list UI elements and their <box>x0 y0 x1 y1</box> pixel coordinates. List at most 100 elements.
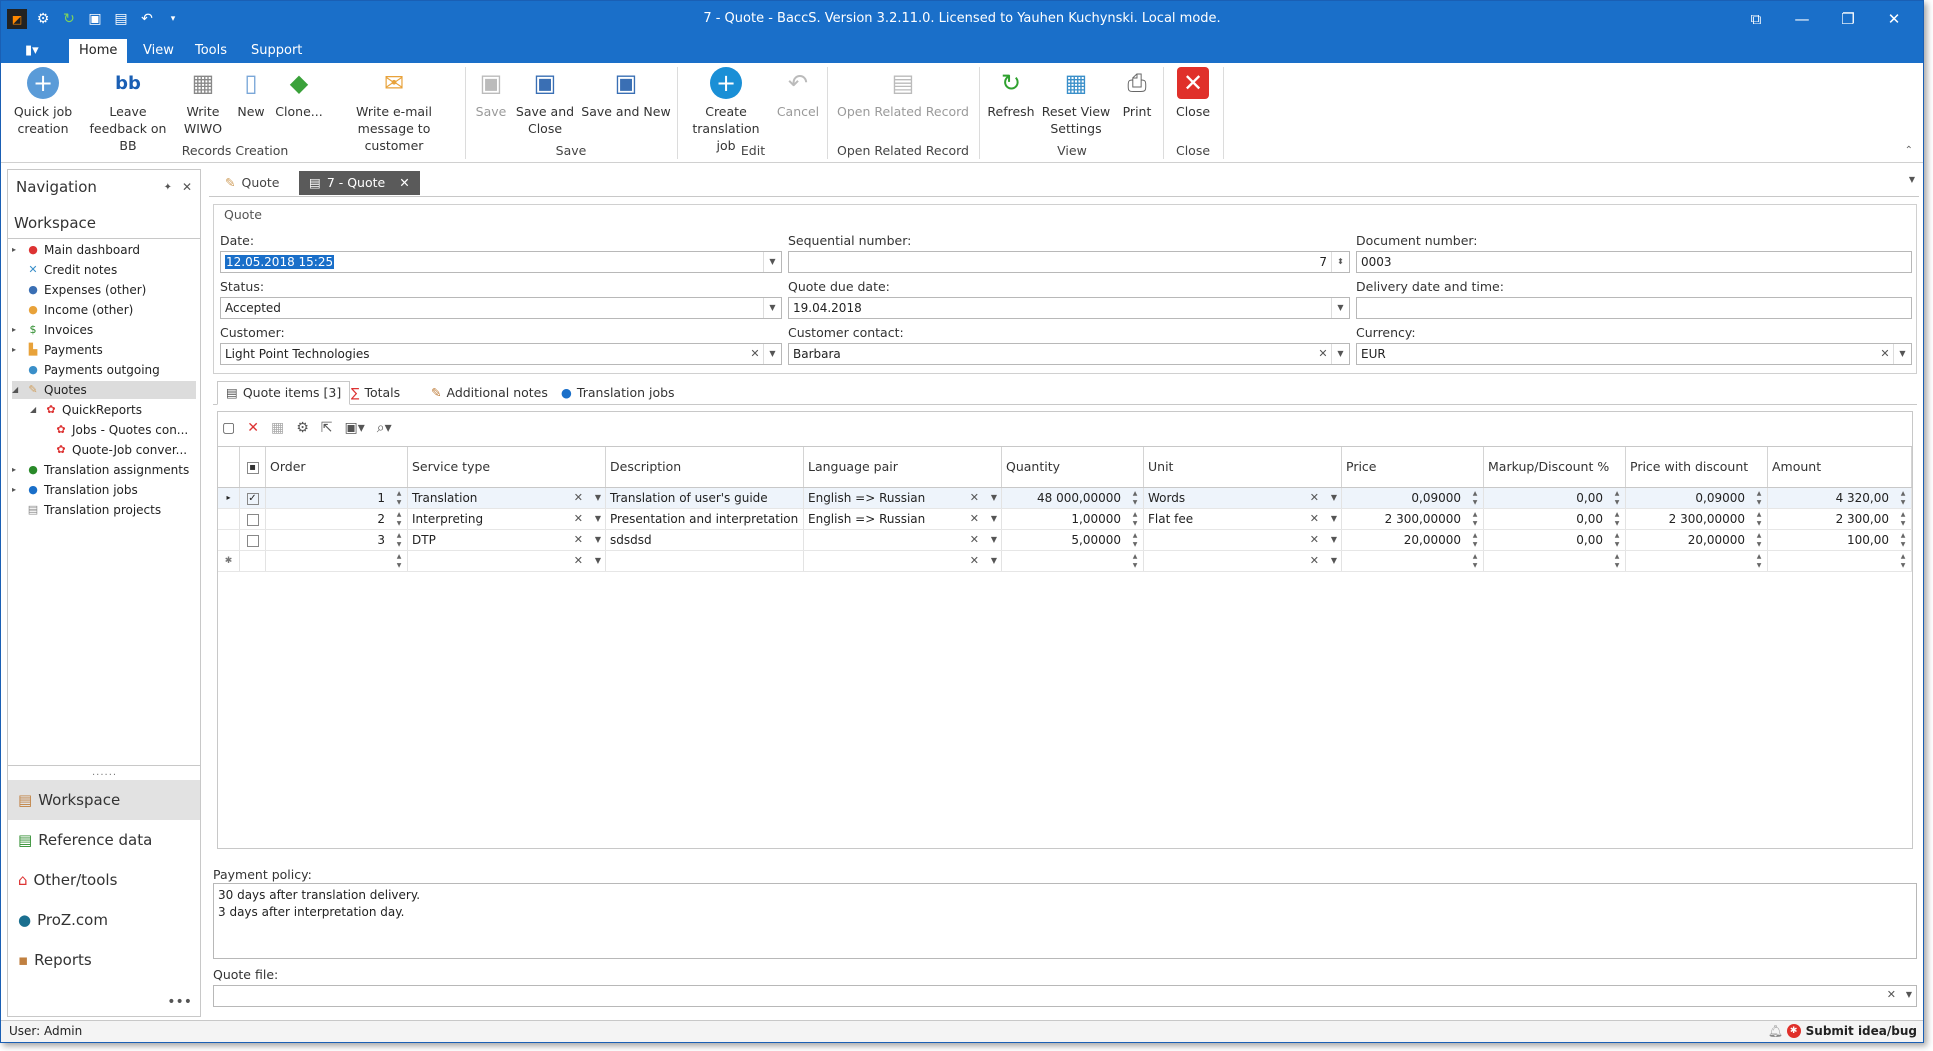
select-all-checkbox[interactable]: ▪ <box>240 447 266 487</box>
close-nav-icon[interactable]: ✕ <box>182 180 192 194</box>
cell-amount[interactable]: 2 300,00 ▲ ▼ <box>1768 509 1912 529</box>
reset-view-settings-button[interactable]: ▦ Reset View Settings <box>1041 67 1111 137</box>
tab-additional-notes[interactable]: ✎ Additional notes <box>423 381 556 405</box>
col-price-with-discount[interactable]: Price with discount <box>1626 447 1768 487</box>
col-markup-discount[interactable]: Markup/Discount % <box>1484 447 1626 487</box>
cell-markup[interactable]: 0,00 ▲ ▼ <box>1484 488 1626 508</box>
write-wiwo-button[interactable]: ▦ Write WIWO <box>181 67 225 137</box>
cell-service-type[interactable]: Translation ✕ ▼ <box>408 488 606 508</box>
cell-description[interactable]: Translation of user's guide <box>606 488 804 508</box>
col-quantity[interactable]: Quantity <box>1002 447 1144 487</box>
print-button[interactable]: ⎙ Print <box>1115 67 1159 120</box>
cell-amount[interactable]: 100,00 ▲ ▼ <box>1768 530 1912 550</box>
cell-description[interactable]: Presentation and interpretation ... <box>606 509 804 529</box>
minimize-button[interactable]: — <box>1779 7 1825 31</box>
sequential-number-field[interactable]: 7 ⬍ <box>788 251 1350 273</box>
link-icon[interactable]: ⚙ <box>296 420 309 436</box>
cell-price[interactable]: 0,09000 ▲ ▼ <box>1342 488 1484 508</box>
currency-field[interactable]: EUR ✕ ▼ <box>1356 343 1912 365</box>
delivery-date-field[interactable] <box>1356 297 1912 319</box>
notifications-icon[interactable]: 🔔︎ <box>1768 1021 1783 1041</box>
refresh-button[interactable]: ↻ Refresh <box>985 67 1037 120</box>
chevron-down-icon[interactable]: ▼ <box>1331 344 1349 364</box>
col-amount[interactable]: Amount <box>1768 447 1912 487</box>
tab-home[interactable]: Home <box>69 39 128 63</box>
delete-row-icon[interactable]: ✕ <box>247 420 259 436</box>
save-and-new-button[interactable]: ▣ Save and New <box>581 67 671 120</box>
chevron-down-icon[interactable]: ▼ <box>1906 990 1912 999</box>
chevron-down-icon[interactable]: ▼ <box>1893 344 1911 364</box>
cell-quantity[interactable]: 5,00000 ▲ ▼ <box>1002 530 1144 550</box>
tree-item-quickreports[interactable]: ◢ ✿ QuickReports <box>30 401 142 419</box>
cell-markup[interactable]: 0,00 ▲ ▼ <box>1484 509 1626 529</box>
tree-item-credit-notes[interactable]: ✕ Credit notes <box>12 261 117 279</box>
submit-idea-button[interactable]: ✱ Submit idea/bug <box>1786 1021 1917 1041</box>
col-description[interactable]: Description <box>606 447 804 487</box>
col-language-pair[interactable]: Language pair <box>804 447 1002 487</box>
tree-item-quotes[interactable]: ◢ ✎ Quotes <box>12 381 196 399</box>
clear-icon[interactable]: ✕ <box>747 344 763 364</box>
cell-language-pair[interactable]: English => Russian ✕ ▼ <box>804 509 1002 529</box>
col-order[interactable]: Order <box>266 447 408 487</box>
quote-due-date-field[interactable]: 19.04.2018 ▼ <box>788 297 1350 319</box>
new-button[interactable]: ▯ New <box>231 67 271 120</box>
clear-icon[interactable]: ✕ <box>1877 344 1893 364</box>
tree-item-payments[interactable]: ▸ ▙ Payments <box>12 341 103 359</box>
more-options-icon[interactable]: ••• <box>167 994 192 1010</box>
search-icon[interactable]: ⌕▾ <box>377 420 392 436</box>
cell-quantity[interactable]: 1,00000 ▲ ▼ <box>1002 509 1144 529</box>
chevron-down-icon[interactable]: ▼ <box>763 298 781 318</box>
tree-item-payments-outgoing[interactable]: ● Payments outgoing <box>12 361 160 379</box>
nav-workspace-button[interactable]: ▤ Workspace <box>8 780 200 820</box>
cell-language-pair[interactable]: ✕ ▼ <box>804 530 1002 550</box>
write-email-button[interactable]: ✉ Write e-mail message to customer <box>329 67 459 154</box>
nav-proz-button[interactable]: ● ProZ.com <box>8 900 200 940</box>
tree-item-quote-job[interactable]: ✿ Quote-Job conver... <box>54 441 187 459</box>
cell-description[interactable]: sdsdsd <box>606 530 804 550</box>
new-row[interactable]: ✱ ▲ ▼ ✕ ▼ ✕ ▼ ▲ ▼ ✕ ▼ ▲ ▼ ▲ ▼ ▲ ▼ ▲ ▼ <box>218 551 1912 572</box>
cell-service-type[interactable]: DTP ✕ ▼ <box>408 530 606 550</box>
tree-item-income[interactable]: ● Income (other) <box>12 301 133 319</box>
table-row[interactable]: 2 ▲ ▼ Interpreting ✕ ▼ Presentation and inte… <box>218 509 1912 530</box>
nav-reports-button[interactable]: ▪ Reports <box>8 940 200 980</box>
copy-row-icon[interactable]: ▦ <box>271 420 284 436</box>
cell-markup[interactable]: 0,00 ▲ ▼ <box>1484 530 1626 550</box>
save-button[interactable]: ▣ Save <box>471 67 511 120</box>
spin-icon[interactable]: ⬍ <box>1331 252 1349 272</box>
chevron-down-icon[interactable]: ▼ <box>1331 298 1349 318</box>
quote-file-field[interactable]: ✕ ▼ <box>213 985 1917 1007</box>
tree-item-expenses[interactable]: ● Expenses (other) <box>12 281 146 299</box>
cell-language-pair[interactable]: English => Russian ✕ ▼ <box>804 488 1002 508</box>
close-window-button[interactable]: ✕ <box>1871 7 1917 31</box>
nav-reference-data-button[interactable]: ▤ Reference data <box>8 820 200 860</box>
clone-button[interactable]: ◆ Clone... <box>275 67 323 120</box>
clear-icon[interactable]: ✕ <box>1887 988 1896 1001</box>
cell-order[interactable]: 3 ▲ ▼ <box>266 530 408 550</box>
chevron-down-icon[interactable]: ▼ <box>763 252 781 272</box>
cell-service-type[interactable]: Interpreting ✕ ▼ <box>408 509 606 529</box>
open-related-record-button[interactable]: ▤ Open Related Record <box>833 67 973 120</box>
cell-price[interactable]: 2 300,00000 ▲ ▼ <box>1342 509 1484 529</box>
tab-translation-jobs[interactable]: ● Translation jobs <box>553 381 683 405</box>
cell-amount[interactable]: 4 320,00 ▲ ▼ <box>1768 488 1912 508</box>
doc-tab-quote[interactable]: ✎ Quote <box>215 171 290 195</box>
tab-view[interactable]: View <box>133 39 184 63</box>
customer-field[interactable]: Light Point Technologies ✕ ▼ <box>220 343 782 365</box>
customer-contact-field[interactable]: Barbara ✕ ▼ <box>788 343 1350 365</box>
col-service-type[interactable]: Service type <box>408 447 606 487</box>
cell-unit[interactable]: ✕ ▼ <box>1144 530 1342 550</box>
table-row[interactable]: ▸ ✓ 1 ▲ ▼ Translation ✕ ▼ Translation of use… <box>218 488 1912 509</box>
add-row-icon[interactable]: ▢ <box>222 420 235 436</box>
create-translation-job-button[interactable]: + Create translation job <box>683 67 769 154</box>
app-menu-button[interactable]: ▮▾ <box>15 39 53 63</box>
save-layout-icon[interactable]: ▣▾ <box>345 420 365 436</box>
restore-layout-icon[interactable]: ⧉ <box>1733 7 1779 31</box>
table-row[interactable]: 3 ▲ ▼ DTP ✕ ▼ sdsdsd ✕ ▼ 5,00000 ▲ ▼ ✕ ▼ 20,0000… <box>218 530 1912 551</box>
cell-quantity[interactable]: 48 000,00000 ▲ ▼ <box>1002 488 1144 508</box>
pin-icon[interactable]: ✦ <box>164 182 172 193</box>
leave-feedback-button[interactable]: bb Leave feedback on BB <box>81 67 175 154</box>
close-button[interactable]: ✕ Close <box>1169 67 1217 120</box>
maximize-button[interactable]: ❐ <box>1825 7 1871 31</box>
tree-item-main-dashboard[interactable]: ▸ ● Main dashboard <box>12 241 140 259</box>
payment-policy-field[interactable]: 30 days after translation delivery. 3 da… <box>213 883 1917 959</box>
